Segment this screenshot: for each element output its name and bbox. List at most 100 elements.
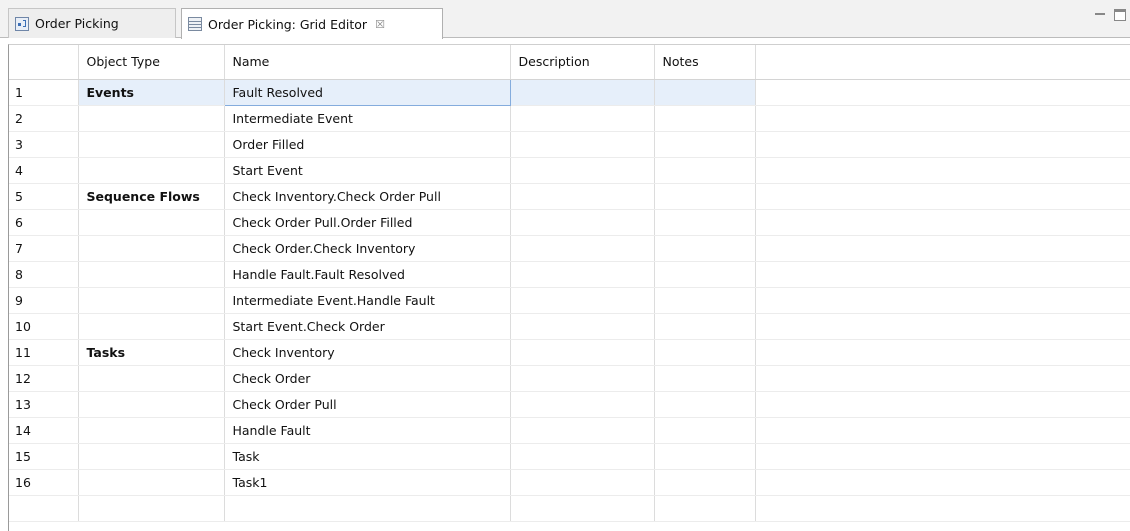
notes-cell[interactable] — [654, 313, 756, 340]
notes-cell[interactable] — [654, 391, 756, 418]
name-cell[interactable]: Fault Resolved — [223, 78, 511, 106]
notes-cell[interactable] — [654, 157, 756, 184]
description-cell[interactable] — [510, 79, 655, 106]
table-row[interactable]: 8 Handle Fault.Fault Resolved — [9, 261, 1130, 288]
description-cell[interactable] — [510, 417, 655, 444]
description-cell[interactable] — [510, 235, 655, 262]
table-row[interactable]: 6 Check Order Pull.Order Filled — [9, 209, 1130, 236]
object-type-cell[interactable] — [78, 417, 225, 444]
name-cell[interactable]: Start Event.Check Order — [224, 313, 511, 340]
object-type-cell[interactable] — [78, 313, 225, 340]
name-cell[interactable]: Task — [224, 443, 511, 470]
object-type-cell[interactable] — [78, 261, 225, 288]
close-icon[interactable]: ☒ — [375, 18, 385, 31]
header-notes[interactable]: Notes — [654, 45, 756, 80]
name-cell[interactable]: Check Order.Check Inventory — [224, 235, 511, 262]
header-row-number — [9, 45, 79, 80]
notes-cell[interactable] — [654, 469, 756, 496]
name-cell[interactable]: Intermediate Event.Handle Fault — [224, 287, 511, 314]
description-cell[interactable] — [510, 261, 655, 288]
table-row[interactable]: 13 Check Order Pull — [9, 391, 1130, 418]
empty-cell — [9, 495, 79, 522]
tab-order-picking[interactable]: Order Picking — [8, 8, 176, 38]
table-row[interactable]: 3 Order Filled — [9, 131, 1130, 158]
object-type-cell[interactable] — [78, 209, 225, 236]
object-type-cell[interactable]: Sequence Flows — [78, 183, 225, 210]
notes-cell[interactable] — [654, 287, 756, 314]
description-cell[interactable] — [510, 443, 655, 470]
description-cell[interactable] — [510, 183, 655, 210]
notes-cell[interactable] — [654, 261, 756, 288]
row-number-cell: 14 — [9, 417, 79, 444]
maximize-icon[interactable] — [1114, 9, 1126, 21]
minimize-icon[interactable] — [1094, 9, 1106, 21]
description-cell[interactable] — [510, 131, 655, 158]
row-filler — [755, 235, 1130, 262]
notes-cell[interactable] — [654, 79, 756, 106]
object-type-cell[interactable] — [78, 365, 225, 392]
notes-cell[interactable] — [654, 235, 756, 262]
table-row[interactable]: 9 Intermediate Event.Handle Fault — [9, 287, 1130, 314]
notes-cell[interactable] — [654, 417, 756, 444]
object-type-cell[interactable] — [78, 131, 225, 158]
name-cell[interactable]: Intermediate Event — [224, 105, 511, 132]
row-filler — [755, 417, 1130, 444]
description-cell[interactable] — [510, 105, 655, 132]
empty-cell — [510, 495, 655, 522]
table-row[interactable]: 2 Intermediate Event — [9, 105, 1130, 132]
row-number-cell: 13 — [9, 391, 79, 418]
table-row[interactable]: 10 Start Event.Check Order — [9, 313, 1130, 340]
tab-grid-editor[interactable]: Order Picking: Grid Editor ☒ — [181, 8, 443, 39]
name-cell[interactable]: Handle Fault.Fault Resolved — [224, 261, 511, 288]
table-row[interactable]: 14 Handle Fault — [9, 417, 1130, 444]
description-cell[interactable] — [510, 339, 655, 366]
table-row[interactable]: 5 Sequence Flows Check Inventory.Check Ord… — [9, 183, 1130, 210]
description-cell[interactable] — [510, 157, 655, 184]
name-cell[interactable]: Check Order Pull — [224, 391, 511, 418]
name-cell[interactable]: Task1 — [224, 469, 511, 496]
object-type-cell[interactable] — [78, 469, 225, 496]
table-row[interactable]: 7 Check Order.Check Inventory — [9, 235, 1130, 262]
object-type-cell[interactable] — [78, 157, 225, 184]
object-type-cell[interactable] — [78, 235, 225, 262]
name-cell[interactable]: Check Inventory — [224, 339, 511, 366]
name-cell[interactable]: Check Inventory.Check Order Pull — [224, 183, 511, 210]
notes-cell[interactable] — [654, 365, 756, 392]
description-cell[interactable] — [510, 313, 655, 340]
name-cell[interactable]: Order Filled — [224, 131, 511, 158]
grid-body: 1 Events Fault Resolved 2 Intermediate Event… — [9, 78, 1130, 522]
row-number-cell: 5 — [9, 183, 79, 210]
description-cell[interactable] — [510, 209, 655, 236]
name-cell[interactable]: Check Order Pull.Order Filled — [224, 209, 511, 236]
header-name[interactable]: Name — [224, 45, 511, 80]
table-row[interactable]: 4 Start Event — [9, 157, 1130, 184]
name-cell[interactable]: Start Event — [224, 157, 511, 184]
grid-editor: Object Type Name Description Notes 1 Even… — [8, 44, 1130, 531]
name-cell[interactable]: Handle Fault — [224, 417, 511, 444]
description-cell[interactable] — [510, 469, 655, 496]
name-cell[interactable]: Check Order — [224, 365, 511, 392]
table-row[interactable]: 12 Check Order — [9, 365, 1130, 392]
description-cell[interactable] — [510, 365, 655, 392]
notes-cell[interactable] — [654, 443, 756, 470]
table-row[interactable]: 16 Task1 — [9, 469, 1130, 496]
object-type-cell[interactable] — [78, 443, 225, 470]
description-cell[interactable] — [510, 391, 655, 418]
header-object-type[interactable]: Object Type — [78, 45, 225, 80]
object-type-cell[interactable] — [78, 287, 225, 314]
object-type-cell[interactable] — [78, 391, 225, 418]
table-row[interactable]: 15 Task — [9, 443, 1130, 470]
object-type-cell[interactable]: Events — [78, 79, 225, 106]
header-description[interactable]: Description — [510, 45, 655, 80]
table-row[interactable]: 11 Tasks Check Inventory — [9, 339, 1130, 366]
table-row[interactable]: 1 Events Fault Resolved — [9, 78, 1130, 106]
notes-cell[interactable] — [654, 183, 756, 210]
notes-cell[interactable] — [654, 131, 756, 158]
object-type-cell[interactable]: Tasks — [78, 339, 225, 366]
object-type-cell[interactable] — [78, 105, 225, 132]
notes-cell[interactable] — [654, 209, 756, 236]
description-cell[interactable] — [510, 287, 655, 314]
notes-cell[interactable] — [654, 105, 756, 132]
row-number-cell: 8 — [9, 261, 79, 288]
notes-cell[interactable] — [654, 339, 756, 366]
